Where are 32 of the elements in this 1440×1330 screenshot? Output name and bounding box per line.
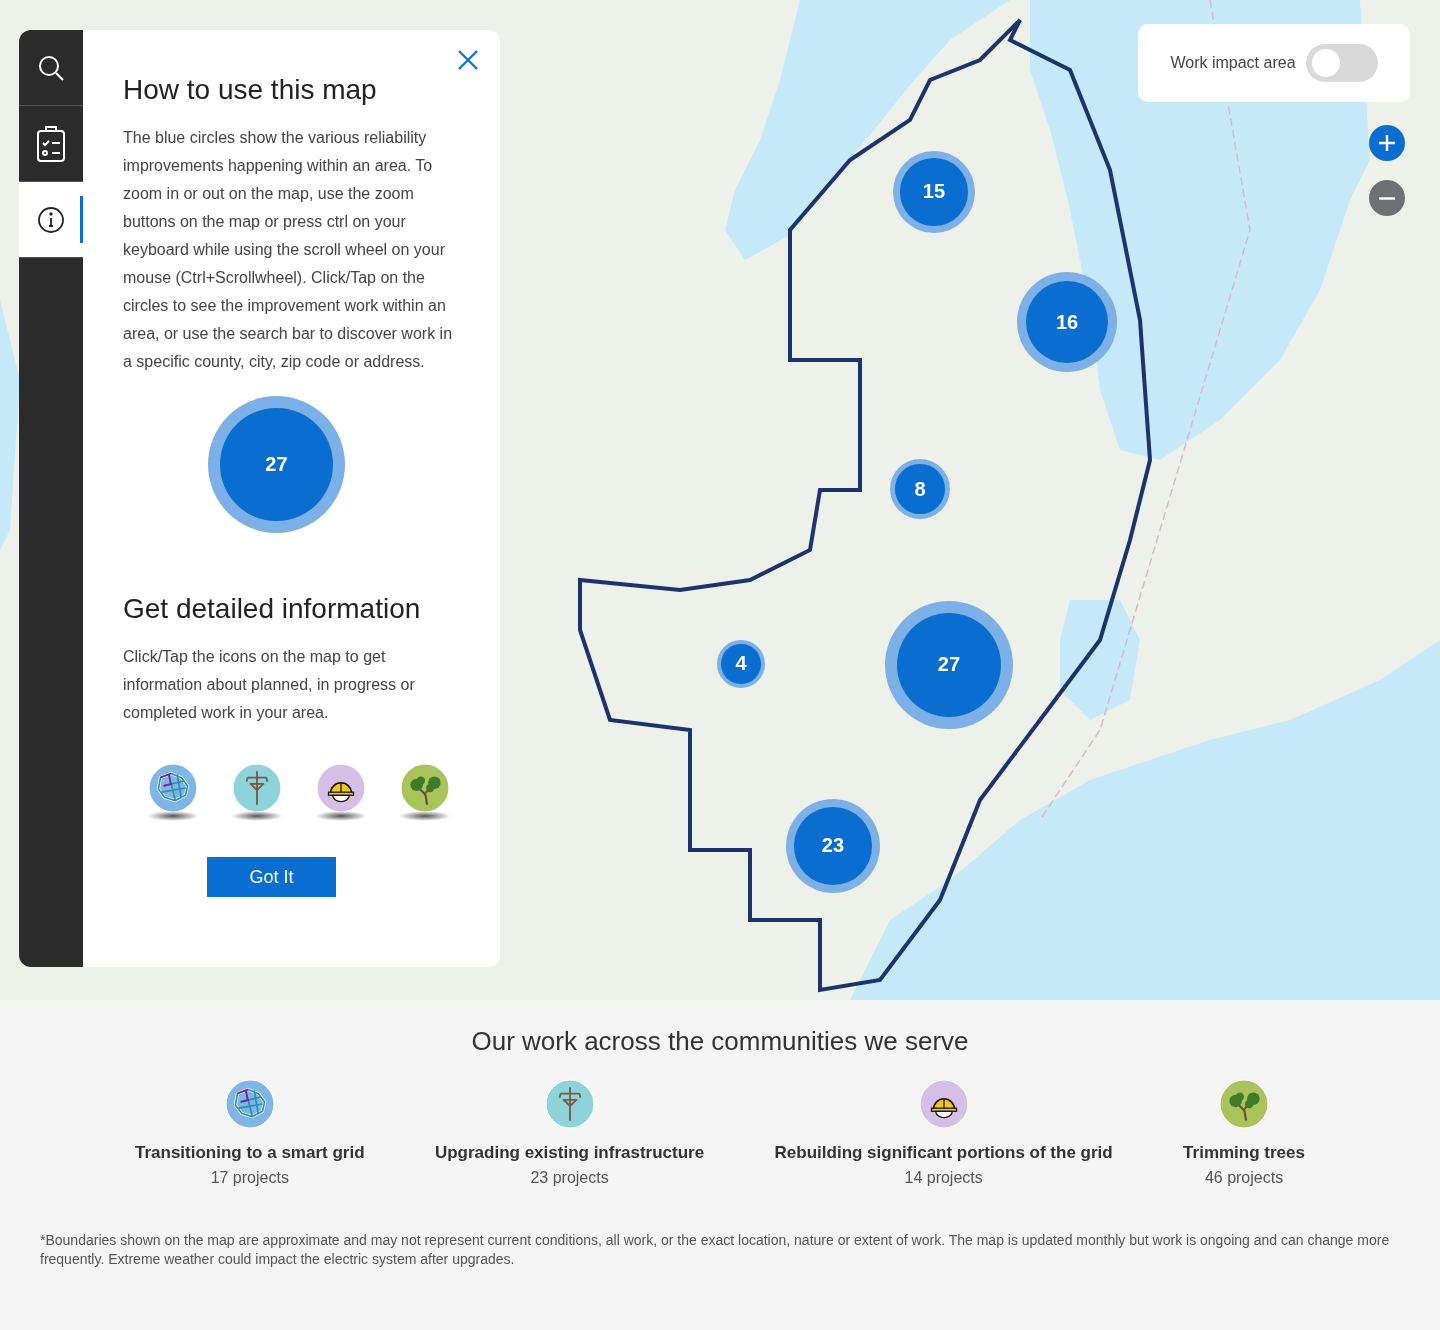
cluster-marker: 27 [208,396,345,533]
project-count: 23 projects [530,1169,609,1187]
project-count: 14 projects [904,1169,983,1187]
search-icon [37,53,65,82]
category-name: Upgrading existing infrastructure [434,1143,705,1163]
minus-icon [1378,196,1396,200]
panel-title: How to use this map [123,74,378,106]
sidebar-tab[interactable] [19,182,83,258]
info-icon [37,205,65,234]
section-title: Get detailed information [123,593,422,625]
trees-icon [400,763,450,813]
plus-icon [1378,134,1396,152]
utility-pole-icon [544,1079,595,1129]
project-count: 46 projects [1204,1169,1284,1187]
details-text: Click/Tap the icons on the map to get information about planned, in progress or completed work in your area. [123,647,416,723]
utility-pole-icon [232,763,282,813]
hard-hat-icon [316,763,366,813]
toggle-label: Work impact area [1170,54,1296,72]
toggle-switch[interactable] [1305,44,1378,82]
got-it-button[interactable]: Got It [207,857,336,897]
project-count: 17 projects [210,1169,289,1187]
summary-title: Our work across the communities we serve [471,1026,969,1057]
category-name: Transitioning to a smart grid [135,1143,365,1163]
clipboard-icon [36,124,66,163]
hard-hat-icon [918,1079,969,1129]
grid-icon [224,1079,275,1129]
trees-icon [1219,1079,1270,1129]
instructions-text: The blue circles show the various reliability improvements happening within an area. To zoom in or out on the map, use the zoom buttons on the map or press ctrl on your keyboard while using the scroll wheel on your mouse (Ctrl+Scrollwheel). Click/Tap on the circles to see the improvement work within an area, or use the search bar to discover work in a specific county, city, zip code or address. [123,128,454,372]
grid-icon [148,763,198,813]
category-name: Rebuilding significant portions of the grid [774,1143,1113,1163]
category-name: Trimming trees [1183,1143,1305,1163]
footnote: *Boundaries shown on the map are approximate and may not represent current conditions, all work, or the exact location, nature or extent of work. The map is updated monthly but work is ongoing and can change more frequently. Extreme weather could impact the electric system after upgrades. [40,1231,1391,1269]
